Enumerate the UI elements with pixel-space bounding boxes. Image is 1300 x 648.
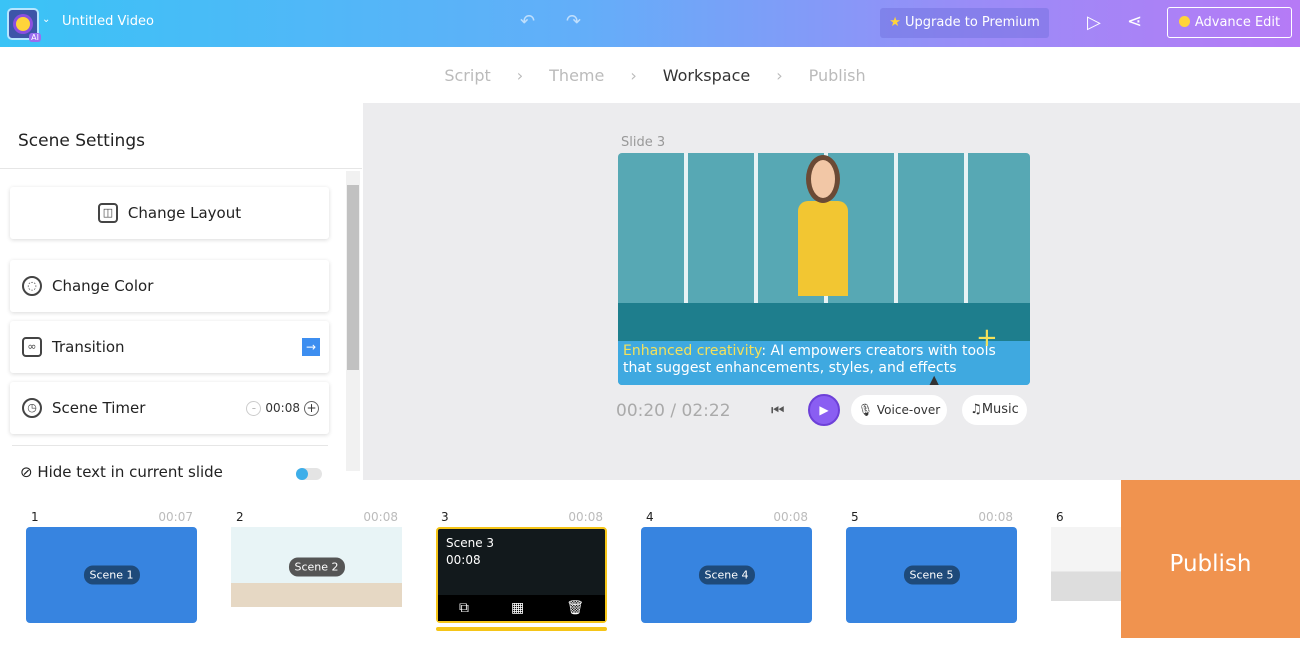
scene-thumbnail[interactable]: Scene 4: [641, 527, 812, 623]
scene-label: Scene 5: [903, 565, 960, 585]
character-illustration: [796, 153, 851, 343]
hide-text-toggle[interactable]: [296, 468, 322, 480]
timer-value: 00:08: [265, 401, 300, 415]
scene-number: 1: [31, 510, 39, 524]
hide-text-row: ⊘ Hide text in current slide: [20, 463, 223, 480]
add-icon[interactable]: +: [976, 323, 998, 353]
layout-icon[interactable]: ▦: [511, 595, 524, 621]
scrollbar[interactable]: [346, 171, 360, 471]
scene-duration-overlay: 00:08: [446, 553, 481, 567]
scene-thumbnail[interactable]: Scene 3 00:08 ⧉ ▦ 🗑: [436, 527, 607, 623]
upgrade-label: Upgrade to Premium: [905, 15, 1040, 30]
music-label: Music: [981, 402, 1019, 417]
voice-over-label: Voice-over: [876, 403, 941, 417]
skip-back-icon[interactable]: ⏮: [771, 401, 785, 419]
slide-preview[interactable]: Enhanced creativity: AI empowers creator…: [618, 153, 1030, 385]
scene-duration: 00:08: [363, 510, 398, 524]
trash-icon[interactable]: 🗑: [566, 595, 584, 621]
transition-icon: ∞: [22, 337, 42, 357]
change-layout-label: Change Layout: [127, 204, 242, 222]
hide-text-label: Hide text in current slide: [37, 463, 223, 480]
scene-duration: 00:08: [978, 510, 1013, 524]
scene-duration: 00:07: [158, 510, 193, 524]
music-icon: ♫: [970, 402, 982, 417]
mic-icon: 🎙: [857, 403, 874, 417]
scene-label: Scene 4: [698, 565, 755, 585]
scene-timer-row: ◷ Scene Timer -00:08 +: [10, 382, 329, 434]
scene-duration: 00:08: [773, 510, 808, 524]
slide-label: Slide 3: [621, 135, 666, 150]
arrow-right-icon[interactable]: →: [302, 338, 320, 356]
change-color-label: Change Color: [52, 277, 154, 295]
slide-caption[interactable]: Enhanced creativity: AI empowers creator…: [618, 341, 1030, 385]
timer-icon: ◷: [22, 398, 42, 418]
caret-up-icon: ▲: [928, 371, 941, 385]
chevron-right-icon: ›: [776, 65, 783, 85]
top-bar: AI ⌄ Untitled Video ↶ ↷ ★ Upgrade to Pre…: [0, 0, 1300, 47]
advance-edit-label: Advance Edit: [1194, 15, 1281, 30]
video-title[interactable]: Untitled Video: [62, 14, 154, 29]
change-color-button[interactable]: ◌ Change Color: [10, 260, 329, 312]
transition-label: Transition: [52, 338, 125, 356]
advance-edit-button[interactable]: Advance Edit: [1167, 7, 1292, 38]
scene-timer-label: Scene Timer: [52, 399, 146, 417]
eye-off-icon: ⊘: [20, 463, 38, 480]
scene-timeline: 1 00:07 Scene 1 2 00:08 Scene 2 3 00:08 Scene …: [0, 480, 1121, 638]
preview-play-icon[interactable]: ▷: [1087, 12, 1101, 33]
step-workspace[interactable]: Workspace: [663, 66, 750, 85]
preview-area: Slide 3 Enhanced creativity: AI empowers…: [363, 103, 1300, 480]
app-logo[interactable]: AI: [7, 8, 41, 42]
duplicate-icon[interactable]: ⧉: [459, 595, 469, 621]
divider: [0, 168, 362, 169]
layout-icon: ◫: [97, 203, 118, 223]
redo-icon[interactable]: ↷: [566, 11, 581, 32]
scene-settings-panel: Scene Settings ◫ Change Layout ◌ Change Co…: [0, 103, 362, 480]
panel-title: Scene Settings: [18, 131, 145, 151]
change-layout-button[interactable]: ◫ Change Layout: [10, 187, 329, 239]
upgrade-button[interactable]: ★ Upgrade to Premium: [880, 8, 1049, 38]
selected-indicator: [436, 627, 607, 631]
scene-label: Scene 2: [288, 557, 345, 577]
music-button[interactable]: ♫Music: [962, 395, 1027, 425]
scene-thumbnail[interactable]: Scene 5: [846, 527, 1017, 623]
publish-button[interactable]: Publish: [1121, 480, 1300, 638]
scene-number: 6: [1056, 510, 1064, 524]
scene-number: 3: [441, 510, 449, 524]
ai-badge: AI: [29, 33, 41, 42]
play-button[interactable]: ▶: [808, 394, 840, 426]
minus-icon[interactable]: -: [246, 400, 262, 416]
star-icon: ★: [889, 15, 901, 30]
plus-icon[interactable]: +: [304, 400, 319, 416]
step-script[interactable]: Script: [444, 66, 490, 85]
palette-icon: ◌: [22, 276, 42, 296]
step-theme[interactable]: Theme: [549, 66, 604, 85]
step-publish[interactable]: Publish: [809, 66, 866, 85]
chevron-right-icon: ›: [516, 65, 524, 85]
chevron-down-icon[interactable]: ⌄: [42, 14, 50, 25]
chevron-right-icon: ›: [630, 65, 637, 85]
scene-label: Scene 3: [446, 536, 495, 550]
coin-icon: [1178, 16, 1190, 27]
scene-thumbnail[interactable]: Scene 2: [231, 527, 402, 607]
scene-number: 4: [646, 510, 654, 524]
caption-highlight: Enhanced creativity: [623, 343, 762, 359]
scene-label: Scene 1: [83, 565, 140, 585]
undo-icon[interactable]: ↶: [520, 11, 535, 32]
breadcrumb-steps: Script › Theme › Workspace › Publish: [0, 47, 1300, 103]
scene-number: 5: [851, 510, 859, 524]
share-icon[interactable]: ⋖: [1127, 11, 1142, 32]
transition-button[interactable]: ∞ Transition →: [10, 321, 329, 373]
scene-thumbnail[interactable]: [1051, 527, 1121, 601]
scene-number: 2: [236, 510, 244, 524]
voice-over-button[interactable]: 🎙 Voice-over: [851, 395, 947, 425]
playback-time: 00:20 / 02:22: [616, 401, 731, 421]
divider: [12, 445, 328, 446]
scrollbar-thumb[interactable]: [347, 185, 359, 370]
scene-duration: 00:08: [568, 510, 603, 524]
scene-thumbnail[interactable]: Scene 1: [26, 527, 197, 623]
